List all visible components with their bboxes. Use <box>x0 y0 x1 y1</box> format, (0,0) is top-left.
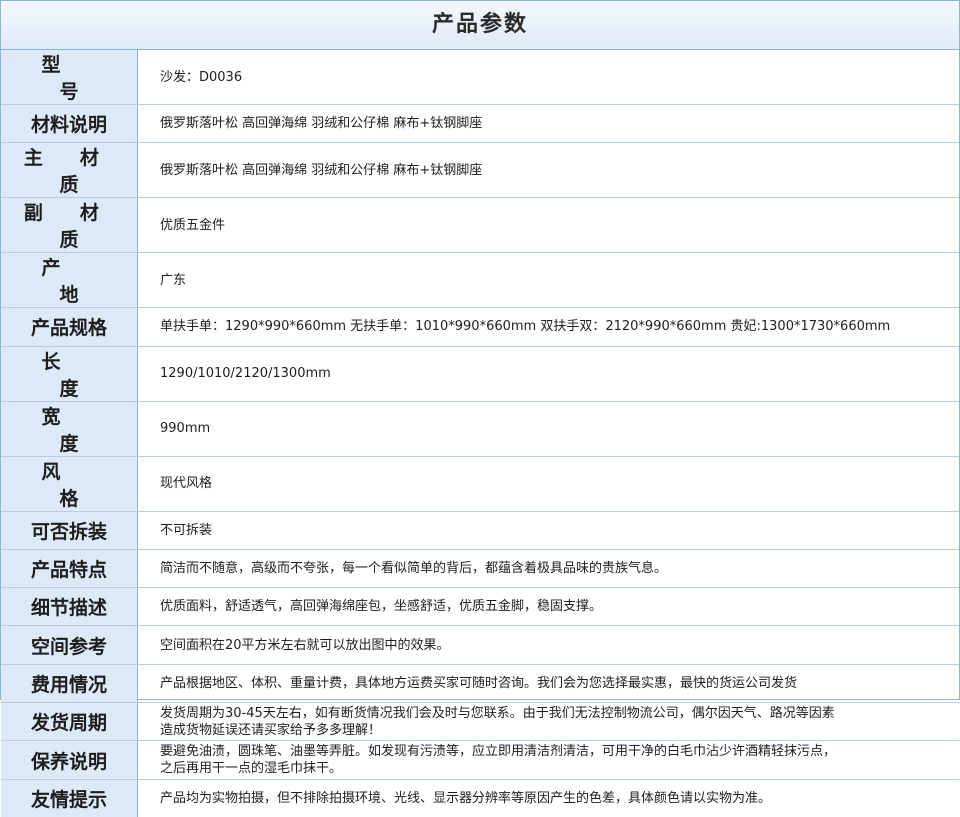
row-value: 简洁而不随意，高级而不夸张，每一个看似简单的背后，都蕴含着极具品味的贵族气息。 <box>137 549 959 589</box>
row-value: 单扶手单：1290*990*660mm 无扶手单：1010*990*660mm … <box>137 307 959 347</box>
table-row: 主 材 质 俄罗斯落叶松 高回弹海绵 羽绒和公仔棉 麻布+钛钢脚座 <box>1 142 959 199</box>
row-value: 990mm <box>137 401 959 457</box>
row-label: 友情提示 <box>1 779 138 817</box>
row-value: 现代风格 <box>137 456 959 512</box>
row-label: 主 材 质 <box>1 142 138 199</box>
row-value: 广东 <box>137 252 959 309</box>
row-value: 产品均为实物拍摄，但不排除拍摄环境、光线、显示器分辨率等原因产生的色差，具体颜色… <box>160 790 772 806</box>
table-row: 副 材 质 优质五金件 <box>1 197 959 254</box>
table-row: 保养说明 要避免油渍，圆珠笔、油墨等弄脏。如发现有污渍等，应立即用清洁剂清洁，可… <box>1 740 959 780</box>
row-label: 宽 度 <box>1 401 138 457</box>
table-row: 空间参考 空间面积在20平方米左右就可以放出图中的效果。 <box>1 625 959 665</box>
table-row: 产品特点 简洁而不随意，高级而不夸张，每一个看似简单的背后，都蕴含着极具品味的贵… <box>1 549 959 589</box>
row-label: 产品特点 <box>1 549 138 589</box>
row-label: 材料说明 <box>1 104 138 144</box>
table-row: 可否拆装 不可拆装 <box>1 511 959 550</box>
row-label: 细节描述 <box>1 587 138 627</box>
table-row: 型 号 沙发：D0036 <box>1 50 959 105</box>
table-row: 风 格 现代风格 <box>1 456 959 512</box>
row-label: 费用情况 <box>1 664 138 704</box>
table-row: 产 地 广东 <box>1 252 959 309</box>
table-row: 费用情况 产品根据地区、体积、重量计费，具体地方运费买家可随时咨询。我们会为您选… <box>1 664 959 704</box>
row-label: 保养说明 <box>1 740 138 780</box>
page-title: 产品参数 <box>1 1 959 50</box>
row-value: 空间面积在20平方米左右就可以放出图中的效果。 <box>137 625 959 665</box>
row-label: 长 度 <box>1 346 138 402</box>
row-value: 俄罗斯落叶松 高回弹海绵 羽绒和公仔棉 麻布+钛钢脚座 <box>137 104 959 144</box>
value-line: 发货周期为30-45天左右，如有断货情况我们会及时与您联系。由于我们无法控制物流… <box>160 705 835 721</box>
table-row: 发货周期 发货周期为30-45天左右，如有断货情况我们会及时与您联系。由于我们无… <box>1 702 959 742</box>
table-row: 友情提示 产品均为实物拍摄，但不排除拍摄环境、光线、显示器分辨率等原因产生的色差… <box>1 779 959 817</box>
row-label: 空间参考 <box>1 625 138 665</box>
row-value: 发货周期为30-45天左右，如有断货情况我们会及时与您联系。由于我们无法控制物流… <box>137 702 959 742</box>
row-value: 产品根据地区、体积、重量计费，具体地方运费买家可随时咨询。我们会为您选择最实惠，… <box>137 664 959 704</box>
row-label: 型 号 <box>1 50 138 105</box>
row-label: 副 材 质 <box>1 197 138 254</box>
row-label: 发货周期 <box>1 702 138 742</box>
row-value: 不可拆装 <box>137 511 959 550</box>
params-table: 型 号 沙发：D0036 材料说明 俄罗斯落叶松 高回弹海绵 羽绒和公仔棉 麻布… <box>1 50 959 817</box>
row-label: 风 格 <box>1 456 138 512</box>
row-value: 优质五金件 <box>137 197 959 254</box>
table-row: 长 度 1290/1010/2120/1300mm <box>1 346 959 402</box>
table-row: 细节描述 优质面料，舒适透气，高回弹海绵座包，坐感舒适，优质五金脚，稳固支撑。 <box>1 587 959 627</box>
row-value: 1290/1010/2120/1300mm <box>137 346 959 402</box>
table-row: 产品规格 单扶手单：1290*990*660mm 无扶手单：1010*990*6… <box>1 307 959 347</box>
row-value: 沙发：D0036 <box>137 50 959 105</box>
table-row: 材料说明 俄罗斯落叶松 高回弹海绵 羽绒和公仔棉 麻布+钛钢脚座 <box>1 104 959 144</box>
row-label: 产品规格 <box>1 307 138 347</box>
row-value: 要避免油渍，圆珠笔、油墨等弄脏。如发现有污渍等，应立即用清洁剂清洁，可用干净的白… <box>137 740 959 780</box>
row-label: 可否拆装 <box>1 511 138 550</box>
value-line: 之后再用干一点的湿毛巾抹干。 <box>160 761 343 777</box>
value-line: 造成货物延误还请买家给予多多理解！ <box>160 722 382 738</box>
value-line: 要避免油渍，圆珠笔、油墨等弄脏。如发现有污渍等，应立即用清洁剂清洁，可用干净的白… <box>160 744 837 760</box>
product-params-panel: 产品参数 型 号 沙发：D0036 材料说明 俄罗斯落叶松 高回弹海绵 羽绒和公… <box>0 0 960 817</box>
row-label: 产 地 <box>1 252 138 309</box>
row-value: 俄罗斯落叶松 高回弹海绵 羽绒和公仔棉 麻布+钛钢脚座 <box>137 142 959 199</box>
row-value: 优质面料，舒适透气，高回弹海绵座包，坐感舒适，优质五金脚，稳固支撑。 <box>137 587 959 627</box>
table-row: 宽 度 990mm <box>1 401 959 457</box>
